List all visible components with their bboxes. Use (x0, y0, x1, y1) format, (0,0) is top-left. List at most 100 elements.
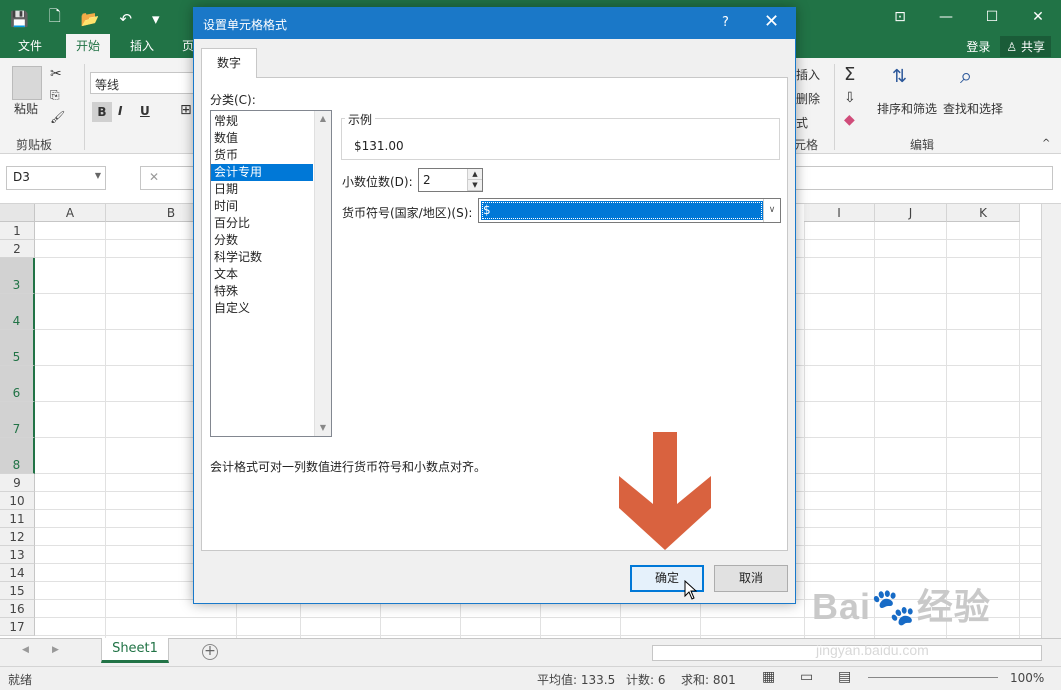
paste-label[interactable]: 粘贴 (14, 100, 38, 117)
category-item[interactable]: 日期 (211, 181, 313, 198)
format-painter-icon[interactable]: 🖌 (50, 110, 65, 124)
font-name-box[interactable]: 等线 (90, 72, 194, 94)
row-header[interactable]: 6 (0, 366, 35, 402)
quick-access-toolbar: 💾 🗋 📂 ↶ ▾ (10, 6, 160, 31)
currency-symbol-select[interactable]: $ ∨ (478, 198, 781, 223)
borders-icon[interactable]: ⊞ (180, 102, 192, 118)
category-item[interactable]: 特殊 (211, 283, 313, 300)
page-break-view-icon[interactable]: ▤ (838, 669, 851, 685)
maximize-icon[interactable]: ☐ (969, 0, 1015, 34)
increment-icon[interactable]: ▲ (468, 169, 482, 180)
sort-filter-icon[interactable]: ⇅ (892, 66, 907, 87)
cells-group-label: 元格 (794, 138, 819, 152)
row-header[interactable]: 16 (0, 600, 35, 618)
format-cells-button[interactable]: 式 (796, 114, 808, 131)
minimize-icon[interactable]: — (923, 0, 969, 34)
category-item[interactable]: 分数 (211, 232, 313, 249)
copy-icon[interactable]: ⎘ (50, 88, 60, 103)
row-header[interactable]: 14 (0, 564, 35, 582)
column-header[interactable]: J (875, 204, 947, 222)
new-file-icon[interactable]: 🗋 (49, 6, 61, 31)
close-window-icon[interactable]: ✕ (1015, 0, 1061, 34)
tab-file[interactable]: 文件 (8, 34, 52, 58)
help-icon[interactable]: ? (722, 15, 729, 30)
login-link[interactable]: 登录 (966, 38, 990, 55)
clear-icon[interactable]: ◆ (844, 112, 855, 128)
vertical-scrollbar[interactable] (1041, 204, 1061, 638)
chevron-down-icon[interactable]: ▼ (95, 171, 101, 180)
row-header[interactable]: 9 (0, 474, 35, 492)
formula-input[interactable] (795, 166, 1053, 190)
bold-button[interactable]: B (92, 102, 112, 122)
sort-filter-button[interactable]: 排序和筛选 (877, 100, 937, 117)
category-item[interactable]: 货币 (211, 147, 313, 164)
row-header[interactable]: 4 (0, 294, 35, 330)
column-header[interactable]: K (947, 204, 1020, 222)
italic-button[interactable]: I (118, 104, 122, 118)
name-box[interactable]: D3 ▼ (6, 166, 106, 190)
row-header[interactable]: 17 (0, 618, 35, 636)
ribbon-display-icon[interactable]: ⊡ (877, 0, 923, 34)
category-item[interactable]: 常规 (211, 113, 313, 130)
row-header[interactable]: 12 (0, 528, 35, 546)
insert-cells-button[interactable]: 插入 (796, 66, 820, 83)
category-item[interactable]: 会计专用 (211, 164, 313, 181)
category-scrollbar[interactable]: ▲ ▼ (314, 111, 331, 436)
category-item[interactable]: 数值 (211, 130, 313, 147)
autosum-icon[interactable]: Σ (844, 64, 855, 85)
undo-dropdown-icon[interactable]: ▾ (152, 10, 160, 28)
category-item[interactable]: 自定义 (211, 300, 313, 317)
save-icon[interactable]: 💾 (10, 10, 29, 28)
undo-icon[interactable]: ↶ (119, 10, 132, 28)
next-sheet-icon[interactable]: ▶ (52, 645, 59, 655)
select-all-corner[interactable] (0, 204, 35, 222)
row-header[interactable]: 2 (0, 240, 35, 258)
row-header[interactable]: 5 (0, 330, 35, 366)
find-select-button[interactable]: 查找和选择 (943, 100, 1003, 117)
close-icon[interactable]: ✕ (764, 11, 779, 32)
category-item[interactable]: 百分比 (211, 215, 313, 232)
collapse-ribbon-icon[interactable]: ^ (1042, 138, 1050, 149)
category-item[interactable]: 文本 (211, 266, 313, 283)
zoom-slider[interactable] (868, 677, 998, 678)
row-header[interactable]: 8 (0, 438, 35, 474)
tab-number[interactable]: 数字 (201, 48, 257, 78)
row-header[interactable]: 11 (0, 510, 35, 528)
column-header[interactable]: I (804, 204, 875, 222)
decimal-places-stepper[interactable]: 2 ▲ ▼ (418, 168, 483, 192)
add-sheet-button[interactable]: + (202, 644, 218, 660)
normal-view-icon[interactable]: ▦ (762, 669, 775, 685)
row-header[interactable]: 7 (0, 402, 35, 438)
cancel-button[interactable]: 取消 (714, 565, 788, 592)
scroll-up-icon[interactable]: ▲ (315, 111, 331, 127)
tab-insert[interactable]: 插入 (120, 34, 164, 58)
fill-icon[interactable]: ⇩ (844, 90, 856, 106)
paste-icon[interactable] (12, 66, 42, 100)
row-header[interactable]: 1 (0, 222, 35, 240)
category-list[interactable]: 常规 数值 货币 会计专用 日期 时间 百分比 分数 科学记数 文本 特殊 自定义 ▲ ▼ (210, 110, 332, 437)
decrement-icon[interactable]: ▼ (468, 180, 482, 191)
sheet-tab-sheet1[interactable]: Sheet1 (101, 638, 169, 663)
share-label: 共享 (1020, 39, 1045, 54)
share-button[interactable]: ♙ 共享 (1000, 35, 1051, 57)
tab-home[interactable]: 开始 (66, 34, 111, 58)
open-folder-icon[interactable]: 📂 (81, 10, 100, 28)
underline-button[interactable]: U (140, 104, 150, 118)
find-select-icon[interactable]: ⌕ (960, 64, 972, 89)
scroll-down-icon[interactable]: ▼ (315, 420, 331, 436)
delete-cells-button[interactable]: 删除 (796, 90, 820, 107)
prev-sheet-icon[interactable]: ◀ (22, 645, 29, 655)
cut-icon[interactable]: ✂ (50, 66, 62, 82)
category-item[interactable]: 科学记数 (211, 249, 313, 266)
zoom-level[interactable]: 100% (1010, 671, 1044, 685)
column-header[interactable]: A (35, 204, 106, 222)
row-header[interactable]: 13 (0, 546, 35, 564)
format-description: 会计格式可对一列数值进行货币符号和小数点对齐。 (210, 460, 487, 474)
row-header[interactable]: 15 (0, 582, 35, 600)
row-header[interactable]: 10 (0, 492, 35, 510)
cancel-formula-icon[interactable]: ✕ (149, 170, 159, 184)
category-item[interactable]: 时间 (211, 198, 313, 215)
row-header[interactable]: 3 (0, 258, 35, 294)
chevron-down-icon[interactable]: ∨ (763, 199, 780, 222)
page-layout-view-icon[interactable]: ▭ (800, 669, 813, 685)
